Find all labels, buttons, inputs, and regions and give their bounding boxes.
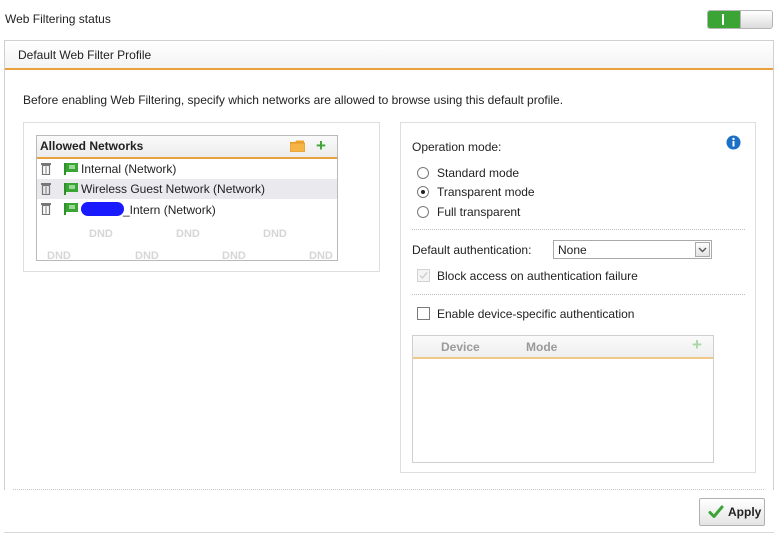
device-specific-label: Enable device-specific authentication [437,307,635,321]
checkmark-icon [708,505,724,518]
column-header-mode: Mode [526,340,558,354]
settings-box: Operation mode: Standard mode Transparen… [400,122,756,473]
divider [412,229,745,230]
network-flag-icon [64,183,78,195]
allowed-networks-list: Allowed Networks + Internal (Network) Wi… [36,135,338,261]
block-access-label: Block access on authentication failure [437,269,638,283]
trash-icon[interactable] [41,202,51,215]
allowed-networks-title: Allowed Networks [40,139,144,153]
redaction-mark [81,202,124,216]
device-specific-checkbox[interactable] [417,307,430,320]
footer-border [4,532,774,533]
footer-divider [13,489,764,490]
allowed-networks-header: Allowed Networks + [37,136,337,159]
dnd-placeholder: DND [263,228,287,240]
operation-mode-label: Operation mode: [412,140,502,154]
profile-title: Default Web Filter Profile [18,48,152,62]
network-flag-icon [64,203,78,215]
select-value: None [558,243,587,257]
radio-button[interactable] [417,186,429,198]
chevron-down-icon[interactable] [695,242,710,257]
network-flag-icon [64,163,78,175]
network-row[interactable]: Wireless Guest Network (Network) [37,179,337,199]
add-device-plus-icon[interactable]: + [692,336,702,354]
radio-button[interactable] [417,206,429,218]
network-row[interactable]: Internal (Network) [37,159,337,179]
network-label: Wireless Guest Network (Network) [81,182,266,196]
apply-button-label: Apply [728,505,762,519]
dnd-placeholder: DND [222,250,246,261]
folder-icon[interactable] [290,140,305,152]
radio-label: Transparent mode [437,185,535,199]
radio-button[interactable] [417,167,429,179]
divider [412,294,745,295]
default-profile-panel: Default Web Filter Profile Before enabli… [4,40,774,490]
web-filtering-toggle[interactable] [707,10,773,29]
profile-header: Default Web Filter Profile [5,41,773,70]
toggle-on-indicator [708,11,741,28]
device-auth-table: Device Mode + [412,335,714,463]
network-label-wrap: _Intern (Network) [81,202,216,217]
network-label: Internal (Network) [81,162,177,176]
column-header-device: Device [441,340,480,354]
toggle-knob [740,11,772,28]
dnd-placeholder: DND [135,250,159,261]
apply-button[interactable]: Apply [699,498,765,526]
default-authentication-label: Default authentication: [412,243,532,257]
dnd-placeholder: DND [89,228,113,240]
network-label: _Intern (Network) [123,203,216,217]
device-table-header: Device Mode + [413,336,713,359]
block-access-checkbox[interactable] [417,269,430,282]
profile-intro-text: Before enabling Web Filtering, specify w… [23,93,564,107]
trash-icon[interactable] [41,162,51,175]
default-authentication-select[interactable]: None [553,240,712,259]
radio-label: Standard mode [437,166,520,180]
network-row[interactable]: _Intern (Network) [37,199,337,219]
dnd-placeholder: DND [47,250,71,261]
info-icon[interactable] [726,135,741,150]
radio-label: Full transparent [437,205,521,219]
add-network-plus-icon[interactable]: + [316,137,326,154]
web-filtering-status-label: Web Filtering status [5,12,111,26]
dnd-placeholder: DND [176,228,200,240]
allowed-networks-box: Allowed Networks + Internal (Network) Wi… [23,122,380,272]
dnd-placeholder: DND [309,250,333,261]
trash-icon[interactable] [41,182,51,195]
